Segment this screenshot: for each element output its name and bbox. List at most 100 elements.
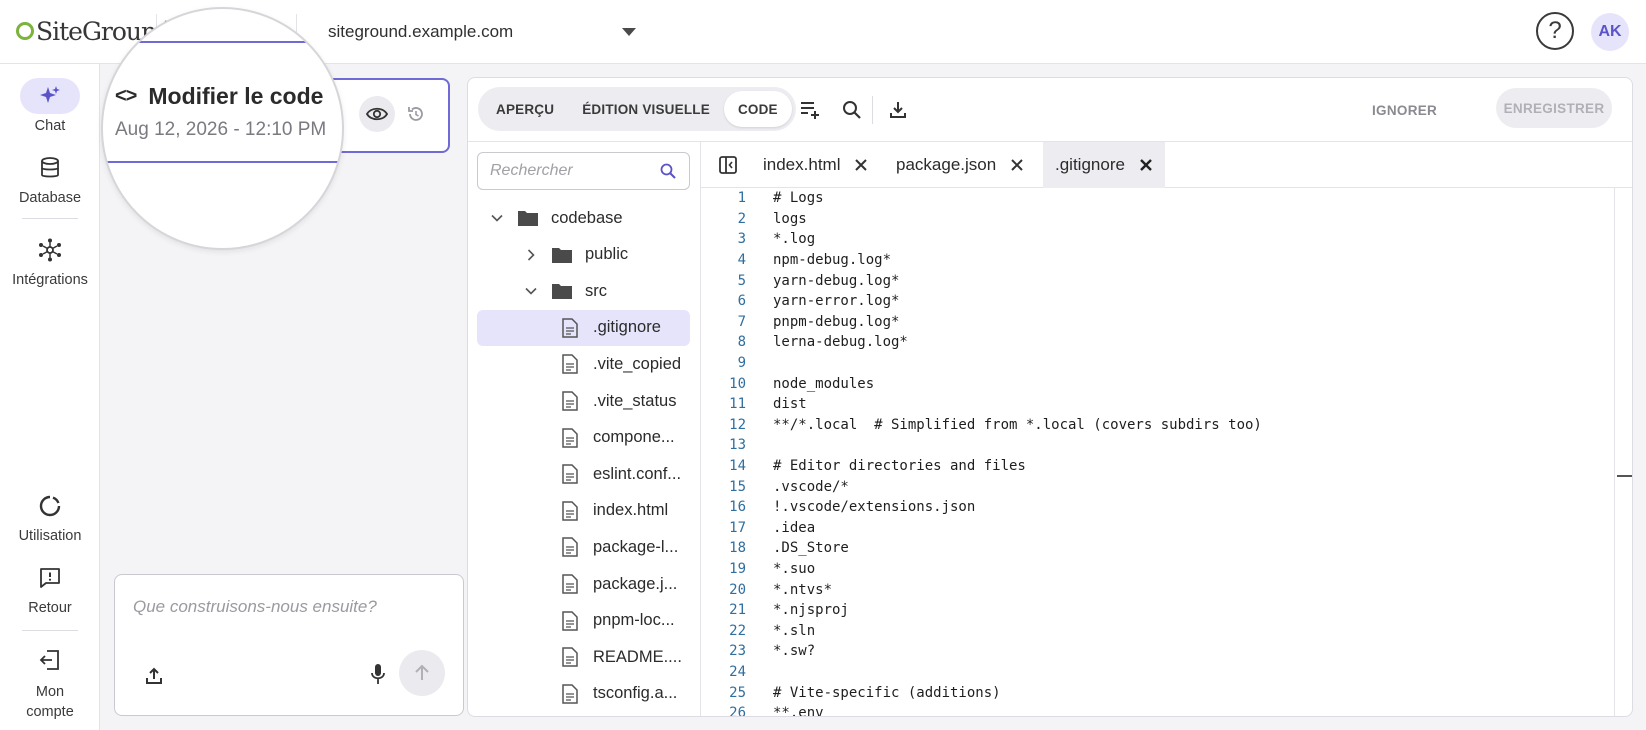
line-number: 14	[729, 458, 746, 475]
help-button[interactable]: ?	[1536, 12, 1574, 50]
divider	[103, 161, 342, 163]
code-line: 20 *.ntvs*	[701, 579, 1601, 600]
tree-file[interactable]: compone...	[477, 420, 690, 456]
code-line: 7 pnpm-debug.log*	[701, 312, 1601, 333]
tree-file[interactable]: tsconfig.a...	[477, 676, 690, 712]
avatar[interactable]: AK	[1591, 13, 1629, 51]
microphone-icon	[371, 664, 385, 684]
integrations-icon	[20, 232, 80, 268]
code-line: 2 logs	[701, 209, 1601, 230]
nav-item-account[interactable]: Mon compte	[0, 642, 100, 722]
code-line-text: .vscode/*	[773, 478, 849, 495]
nav-label-chat: Chat	[34, 118, 66, 134]
code-line-text: lerna-debug.log*	[773, 334, 908, 351]
nav-item-chat[interactable]: Chat	[0, 78, 100, 134]
search-code-button[interactable]	[840, 98, 864, 122]
line-number: 17	[729, 519, 746, 536]
tree-item-label: src	[585, 281, 607, 300]
code-line: 6 yarn-error.log*	[701, 291, 1601, 312]
save-button[interactable]: ENREGISTRER	[1496, 88, 1612, 128]
tree-file[interactable]: eslint.conf...	[477, 456, 690, 492]
nav-item-usage[interactable]: Utilisation	[0, 488, 100, 544]
tree-folder[interactable]: codebase	[477, 200, 690, 236]
file-tree: Rechercher codebase public src .gitignore .v…	[468, 142, 701, 716]
file-tab[interactable]: package.json	[884, 142, 1036, 188]
line-number: 16	[729, 499, 746, 516]
nav-item-feedback[interactable]: Retour	[0, 560, 100, 616]
folder-icon	[517, 207, 539, 229]
download-button[interactable]	[886, 98, 910, 122]
code-icon: <>	[115, 85, 137, 107]
nav-divider	[22, 218, 78, 219]
minimap-divider	[1614, 188, 1615, 716]
tab-visual-edit[interactable]: ÉDITION VISUELLE	[568, 91, 724, 127]
line-number: 15	[729, 478, 746, 495]
line-number: 5	[737, 272, 746, 289]
line-number: 2	[737, 210, 746, 227]
new-file-button[interactable]	[798, 98, 822, 122]
tree-file[interactable]: .gitignore	[477, 309, 690, 346]
code-line-text: **.env	[773, 705, 824, 717]
upload-button[interactable]	[141, 663, 167, 689]
toggle-sidebar-button[interactable]	[717, 154, 739, 176]
code-line-text: # Vite-specific (additions)	[773, 684, 1001, 701]
editor-toolbar: APERÇU ÉDITION VISUELLE CODE IGNORER ENR…	[468, 78, 1632, 142]
tree-file[interactable]: package.j...	[477, 566, 690, 602]
preview-version-button[interactable]	[359, 96, 395, 132]
divider	[103, 41, 342, 43]
tree-file[interactable]: index.html	[477, 493, 690, 529]
chat-composer[interactable]: Que construisons-nous ensuite?	[114, 574, 464, 716]
chevron-down-icon[interactable]	[523, 283, 539, 299]
nav-label-feedback: Retour	[28, 600, 72, 616]
line-number: 6	[737, 293, 746, 310]
tree-item-label: codebase	[551, 208, 623, 227]
chevron-down-icon[interactable]	[489, 210, 505, 226]
send-button[interactable]	[399, 650, 445, 696]
nav-item-integrations[interactable]: Intégrations	[0, 232, 100, 288]
feedback-icon	[20, 560, 80, 596]
code-line: 23 *.sw?	[701, 641, 1601, 662]
line-number: 23	[729, 643, 746, 660]
tree-folder[interactable]: src	[477, 273, 690, 309]
arrow-up-icon	[415, 664, 429, 680]
code-line: 5 yarn-debug.log*	[701, 270, 1601, 291]
tree-item-label: package-l...	[593, 537, 679, 556]
nav-label-account-2: compte	[26, 704, 74, 720]
download-icon	[890, 102, 906, 118]
close-icon[interactable]	[1139, 158, 1153, 172]
search-icon	[843, 101, 861, 119]
tab-code[interactable]: CODE	[723, 91, 792, 127]
file-icon	[559, 573, 581, 595]
file-tab[interactable]: index.html	[751, 142, 880, 188]
logout-icon	[20, 642, 80, 678]
tree-file[interactable]: .vite_status	[477, 383, 690, 419]
tree-file[interactable]: .vite_copied	[477, 346, 690, 382]
file-search-placeholder: Rechercher	[490, 162, 573, 179]
code-line-text: **/*.local # Simplified from *.local (co…	[773, 416, 1262, 433]
close-icon[interactable]	[854, 158, 868, 172]
file-tab-active[interactable]: .gitignore	[1043, 142, 1165, 188]
code-line: 21 *.njsproj	[701, 600, 1601, 621]
code-line-text: *.sw?	[773, 643, 816, 660]
tree-file[interactable]: README....	[477, 639, 690, 675]
tree-file[interactable]: package-l...	[477, 529, 690, 565]
usage-icon	[20, 488, 80, 524]
nav-item-database[interactable]: Database	[0, 150, 100, 206]
code-area[interactable]: 1 # Logs 2 logs 3 *.log 4 npm-debug.log* 5 yarn-d…	[701, 188, 1614, 717]
ignore-button[interactable]: IGNORER	[1372, 96, 1437, 124]
restore-version-button[interactable]	[404, 102, 428, 126]
site-selector[interactable]: siteground.example.com	[318, 14, 648, 50]
tree-folder[interactable]: public	[477, 237, 690, 273]
tab-preview[interactable]: APERÇU	[482, 91, 568, 127]
file-search-input[interactable]: Rechercher	[477, 152, 690, 190]
code-line-text: # Logs	[773, 190, 824, 207]
sidebar-toggle-icon	[719, 156, 737, 174]
code-line: 22 *.sln	[701, 621, 1601, 642]
chevron-right-icon[interactable]	[523, 247, 539, 263]
code-line-text: *.suo	[773, 561, 816, 578]
tree-file[interactable]: pnpm-loc...	[477, 603, 690, 639]
close-icon[interactable]	[1010, 158, 1024, 172]
history-icon	[408, 107, 423, 121]
microphone-button[interactable]	[365, 661, 391, 687]
file-icon	[559, 427, 581, 449]
